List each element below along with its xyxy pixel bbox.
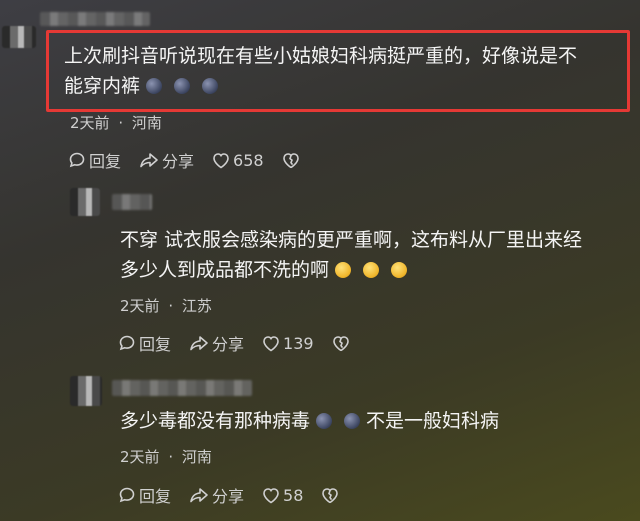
dislike-button[interactable] [332, 335, 353, 352]
share-label: 分享 [162, 152, 195, 171]
reply-icon [119, 487, 135, 503]
comment-location: 江苏 [181, 297, 212, 315]
grimace-emoji [202, 78, 219, 94]
reply-button[interactable]: 回复 [118, 331, 171, 355]
reply-icon [119, 335, 135, 351]
comment-text: 不穿 试衣服会感染病的更严重啊，这布料从厂里出来经 多少人到成品都不洗的啊 [120, 225, 640, 285]
comment-text: 多少毒都没有那种病毒 不是一般妇科病 [120, 406, 640, 436]
grimace-yellow-emoji [335, 262, 352, 278]
comment-meta: 2天前 · 河南 [70, 112, 162, 133]
dislike-button[interactable] [282, 152, 303, 169]
username-blurred[interactable] [112, 380, 252, 396]
grimace-yellow-emoji [363, 262, 380, 278]
comment-text: 上次刷抖音听说现在有些小姑娘妇科病挺严重的，好像说是不 能穿内裤 [64, 41, 624, 101]
grimace-emoji [316, 413, 333, 429]
comment-time: 2天前 [120, 448, 160, 466]
comment-time: 2天前 [120, 297, 160, 315]
share-icon [190, 488, 208, 503]
share-icon [140, 153, 158, 168]
reply-button[interactable]: 回复 [68, 148, 121, 172]
grimace-emoji [146, 78, 163, 94]
comment-actions: 回复 分享 658 [68, 148, 321, 172]
broken-heart-icon [282, 152, 299, 168]
like-count: 658 [233, 150, 264, 170]
heart-icon [213, 152, 229, 168]
comment-text-line1: 不穿 试衣服会感染病的更严重啊，这布料从厂里出来经 [120, 229, 583, 251]
comment-text-part1: 多少毒都没有那种病毒 [120, 410, 311, 432]
comment-actions: 回复 分享 58 [118, 483, 360, 507]
share-label: 分享 [212, 487, 245, 506]
reply-label: 回复 [89, 152, 122, 171]
meta-separator: · [118, 114, 124, 132]
share-label: 分享 [212, 335, 245, 354]
share-icon [190, 336, 208, 351]
heart-icon [263, 335, 279, 351]
like-count: 139 [283, 333, 314, 353]
comment-location: 河南 [181, 448, 212, 466]
meta-separator: · [168, 448, 174, 466]
reply-icon [69, 152, 85, 168]
comment-text-line2-text: 能穿内裤 [64, 75, 141, 97]
meta-separator: · [168, 297, 174, 315]
comment-text-line2: 多少人到成品都不洗的啊 [120, 255, 640, 285]
broken-heart-icon [332, 335, 349, 351]
share-button[interactable]: 分享 [189, 483, 244, 507]
avatar[interactable] [70, 188, 100, 216]
like-button[interactable]: 658 [212, 151, 264, 170]
comment-text-line1: 上次刷抖音听说现在有些小姑娘妇科病挺严重的，好像说是不 [64, 45, 578, 67]
username-blurred[interactable] [112, 194, 152, 210]
comment-text-line2: 能穿内裤 [64, 71, 624, 101]
heart-icon [263, 487, 279, 503]
reply-label: 回复 [139, 487, 172, 506]
reply-button[interactable]: 回复 [118, 483, 171, 507]
comment-meta: 2天前 · 江苏 [120, 295, 212, 316]
like-button[interactable]: 58 [262, 486, 303, 505]
grimace-emoji [174, 78, 191, 94]
like-button[interactable]: 139 [262, 334, 314, 353]
grimace-yellow-emoji [391, 262, 408, 278]
comment-text-line2-text: 多少人到成品都不洗的啊 [120, 259, 330, 281]
avatar[interactable] [70, 376, 102, 406]
grimace-emoji [344, 413, 361, 429]
like-count: 58 [283, 485, 304, 505]
broken-heart-icon [322, 487, 339, 503]
comment-actions: 回复 分享 139 [118, 331, 371, 355]
username-blurred[interactable] [40, 12, 150, 26]
comment-time: 2天前 [70, 114, 110, 132]
reply-label: 回复 [139, 335, 172, 354]
share-button[interactable]: 分享 [139, 148, 194, 172]
comment-meta: 2天前 · 河南 [120, 446, 212, 467]
comment-text-part2: 不是一般妇科病 [366, 410, 500, 432]
share-button[interactable]: 分享 [189, 331, 244, 355]
avatar[interactable] [2, 26, 36, 48]
comment-location: 河南 [131, 114, 162, 132]
dislike-button[interactable] [321, 487, 342, 504]
